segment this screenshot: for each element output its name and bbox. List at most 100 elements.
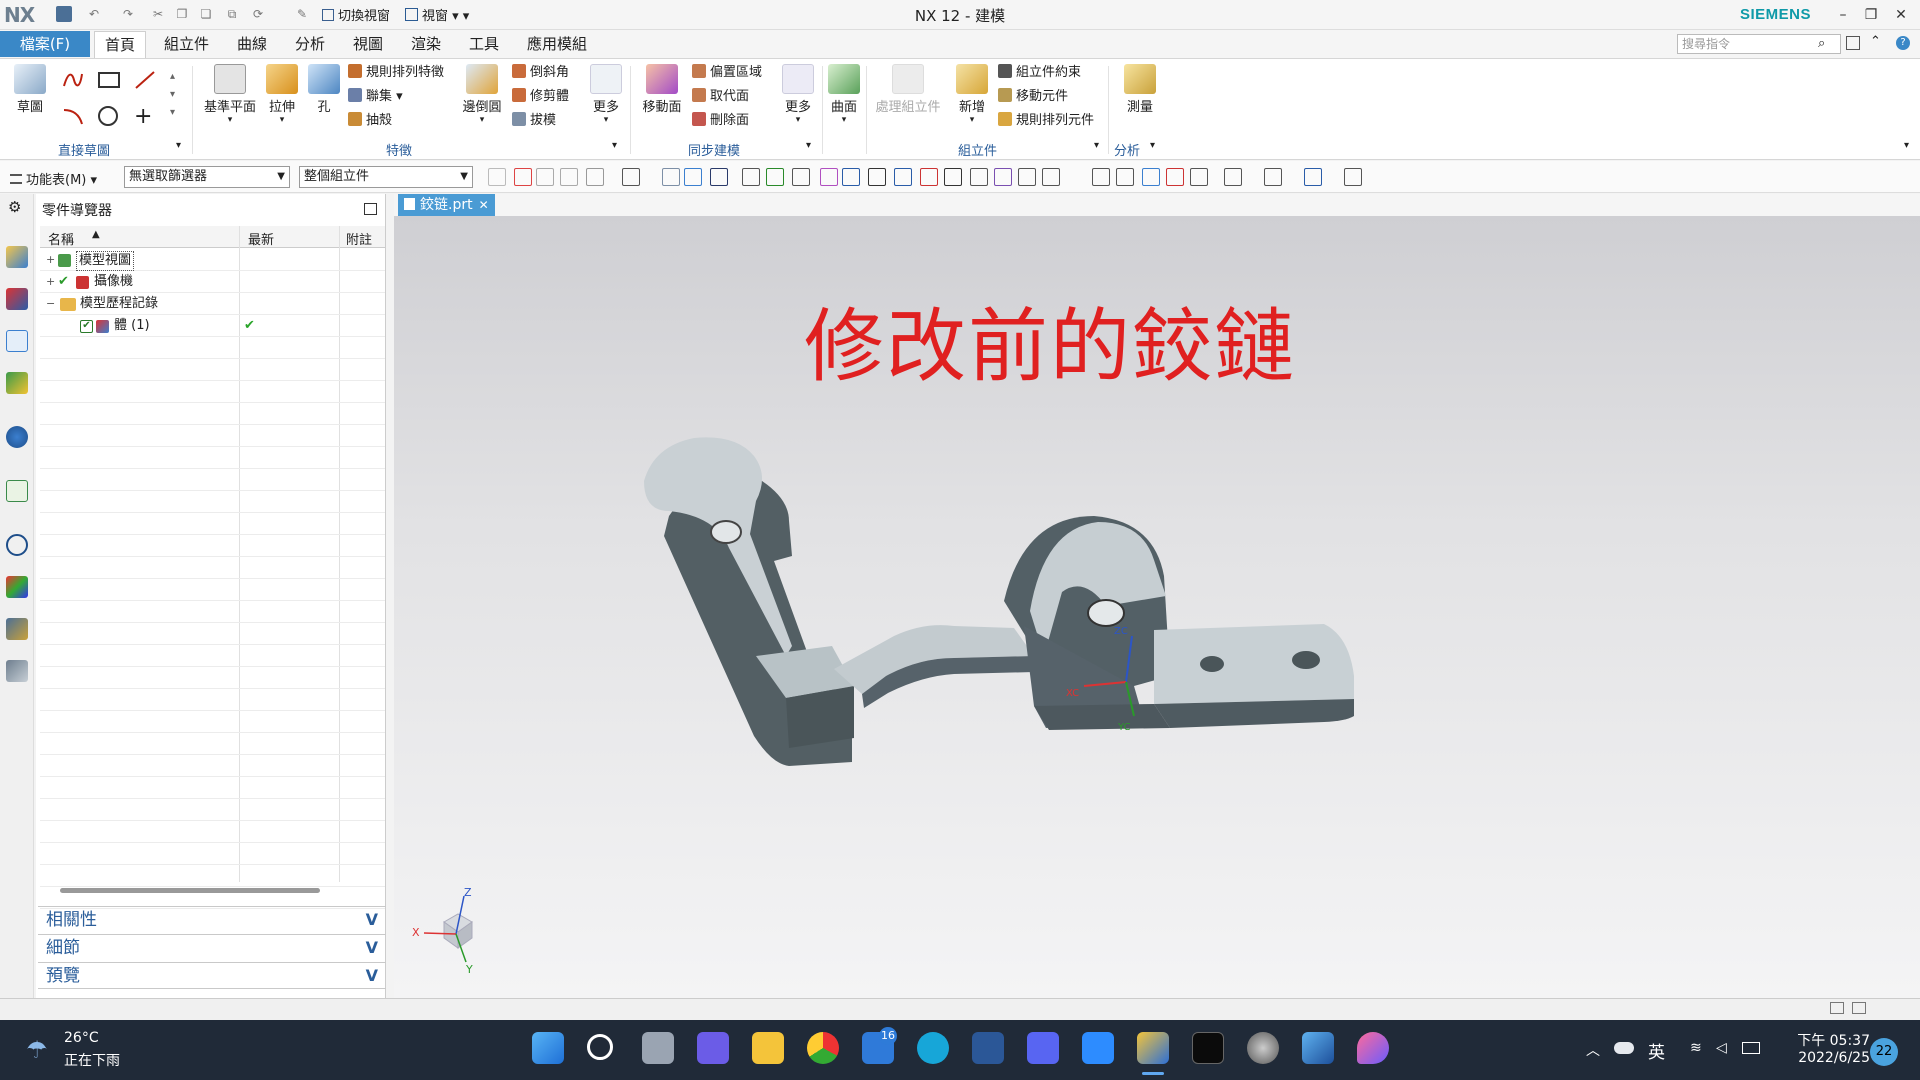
unite-button[interactable]: 聯集 ▾ [348, 86, 403, 108]
gear-icon[interactable]: ⚙ [8, 198, 21, 216]
expand-icon[interactable]: + [46, 249, 55, 271]
feature-select-icon[interactable] [536, 168, 554, 186]
select-icon[interactable] [514, 168, 532, 186]
tangent-icon[interactable] [792, 168, 810, 186]
shading-icon[interactable] [1304, 168, 1322, 186]
column-header-name[interactable]: 名稱 [48, 229, 74, 248]
assembly-navigator-icon[interactable] [6, 246, 28, 268]
edge-blend-button[interactable]: 邊倒圓 ▾ [460, 64, 504, 125]
ribbon-options-icon[interactable] [1846, 36, 1860, 50]
line-icon[interactable] [766, 168, 784, 186]
analysis-group-more-icon[interactable]: ▾ [1150, 140, 1155, 151]
details-panel[interactable]: 細節 V [38, 934, 386, 961]
edge-icon[interactable] [710, 168, 728, 186]
rectangle-icon[interactable] [98, 72, 120, 88]
extrude-button[interactable]: 拉伸 ▾ [262, 64, 302, 125]
layer-icon[interactable] [1042, 168, 1060, 186]
clip-icon[interactable] [1116, 168, 1134, 186]
horizontal-scrollbar[interactable] [60, 888, 320, 893]
document-tab[interactable]: 鉸链.prt ✕ [398, 194, 495, 216]
menu-button[interactable]: 功能表(M) ▾ [10, 169, 97, 188]
tab-assembly[interactable]: 組立件 [154, 31, 219, 58]
search-icon[interactable]: ⌕ [1818, 36, 1825, 51]
search-icon[interactable] [587, 1034, 613, 1060]
selection-scope-select[interactable]: 整個組立件 ▼ [299, 166, 473, 188]
nx-taskbar-icon[interactable] [1137, 1032, 1169, 1064]
new-component-button[interactable]: 新增 ▾ [952, 64, 992, 125]
dependencies-panel[interactable]: 相關性 V [38, 906, 386, 933]
sync-more-button[interactable]: 更多 ▾ [778, 64, 818, 125]
roles-icon[interactable] [6, 660, 28, 682]
cloud-icon[interactable] [1614, 1042, 1634, 1054]
chrome-icon[interactable] [807, 1032, 839, 1064]
move-face-button[interactable]: 移動面 [638, 64, 686, 115]
point-icon[interactable]: + [134, 104, 152, 129]
solid-body-icon[interactable] [662, 168, 680, 186]
grid-icon[interactable] [1018, 168, 1036, 186]
close-tab-icon[interactable]: ✕ [479, 198, 489, 212]
circle-snap-icon[interactable] [920, 168, 938, 186]
tab-view[interactable]: 視圖 [343, 31, 393, 58]
system-materials-icon[interactable] [6, 576, 28, 598]
status-window-icon[interactable] [1852, 1002, 1866, 1014]
pattern-feature-button[interactable]: 規則排列特徵 [348, 62, 444, 84]
tab-render[interactable]: 渲染 [401, 31, 451, 58]
volume-icon[interactable]: ◁ [1716, 1040, 1727, 1056]
start-icon[interactable] [532, 1032, 564, 1064]
tree-row-model-views[interactable]: + 模型視圖 [40, 249, 385, 271]
clock-icon[interactable] [6, 534, 28, 556]
restore-button[interactable]: ❐ [1860, 4, 1882, 26]
delete-face-button[interactable]: 刪除面 [692, 110, 749, 132]
intersection-icon[interactable] [868, 168, 886, 186]
trim-body-button[interactable]: 修剪體 [512, 86, 569, 108]
clock-time[interactable]: 下午 05:37 [1778, 1030, 1870, 1050]
move-component-button[interactable]: 移動元件 [998, 86, 1068, 108]
assembly-process-button[interactable]: 處理組立件 [872, 64, 944, 115]
collapse-ribbon-icon[interactable]: ⌃ [1870, 34, 1881, 49]
midpoint-icon[interactable] [944, 168, 962, 186]
command-search-input[interactable]: 搜尋指令 [1677, 34, 1841, 54]
draft-button[interactable]: 拔模 [512, 110, 556, 132]
chamfer-button[interactable]: 倒斜角 [512, 62, 569, 84]
paint-app-icon[interactable] [1357, 1032, 1389, 1064]
column-header-comment[interactable]: 附註 [346, 229, 372, 248]
arc-icon[interactable] [62, 106, 84, 126]
battery-icon[interactable] [1742, 1042, 1760, 1054]
help-icon[interactable]: ? [1896, 36, 1910, 50]
zoom-icon[interactable] [1190, 168, 1208, 186]
tab-analysis[interactable]: 分析 [285, 31, 335, 58]
pattern-component-button[interactable]: 規則排列元件 [998, 110, 1094, 132]
feature-group-more-icon[interactable]: ▾ [612, 140, 617, 151]
column-header-uptodate[interactable]: 最新 [248, 229, 274, 248]
spline-icon[interactable] [62, 70, 84, 90]
circle-icon[interactable] [98, 106, 118, 126]
task-view-icon[interactable] [642, 1032, 674, 1064]
endpoint-icon[interactable] [842, 168, 860, 186]
preview-panel[interactable]: 預覽 V [38, 962, 386, 989]
rotate-icon[interactable] [1142, 168, 1160, 186]
point-on-curve-icon[interactable] [970, 168, 988, 186]
weather-temperature[interactable]: 26°C [64, 1030, 99, 1046]
spline-icon[interactable] [820, 168, 838, 186]
history-palette-icon[interactable] [6, 480, 28, 502]
snap-icon[interactable] [488, 168, 506, 186]
teams-chat-icon[interactable] [697, 1032, 729, 1064]
type-filter-select[interactable]: 無選取篩選器 ▼ [124, 166, 290, 188]
notification-count-badge[interactable]: 22 [1870, 1038, 1898, 1066]
close-button[interactable]: ✕ [1890, 4, 1912, 26]
photos-icon[interactable] [1302, 1032, 1334, 1064]
chevron-up-icon[interactable]: ︿ [1586, 1040, 1600, 1060]
face-icon[interactable] [684, 168, 702, 186]
tab-tools[interactable]: 工具 [459, 31, 509, 58]
feature-more-button[interactable]: 更多 ▾ [586, 64, 626, 125]
render-style-icon[interactable] [1224, 168, 1242, 186]
umbrella-icon[interactable]: ☂ [26, 1036, 48, 1064]
surface-button[interactable]: 曲面 ▾ [826, 64, 862, 125]
quadrant-icon[interactable] [994, 168, 1012, 186]
line-icon[interactable] [134, 70, 156, 90]
clock-date[interactable]: 2022/6/25 [1778, 1050, 1870, 1066]
terminal-icon[interactable] [1192, 1032, 1224, 1064]
zoom-icon[interactable] [1082, 1032, 1114, 1064]
hole-button[interactable]: 孔 [304, 64, 344, 115]
minimize-button[interactable]: – [1832, 4, 1854, 26]
